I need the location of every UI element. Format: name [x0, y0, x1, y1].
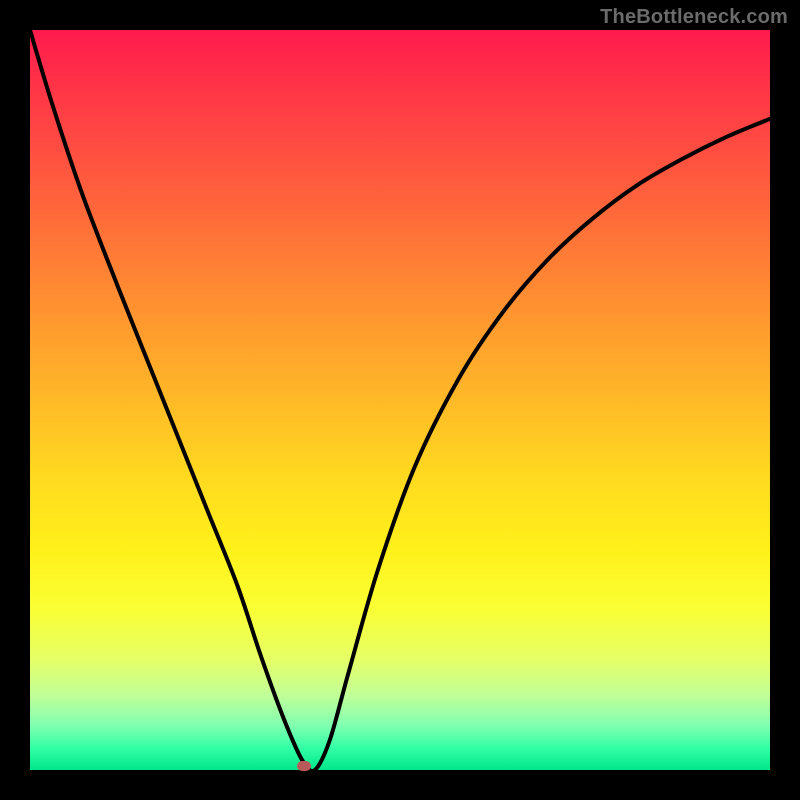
plot-area — [30, 30, 770, 770]
series-curve — [30, 30, 770, 770]
watermark-text: TheBottleneck.com — [600, 6, 788, 29]
minimum-marker — [297, 761, 311, 771]
chart-frame: TheBottleneck.com — [0, 0, 800, 800]
curve-svg — [30, 30, 770, 770]
